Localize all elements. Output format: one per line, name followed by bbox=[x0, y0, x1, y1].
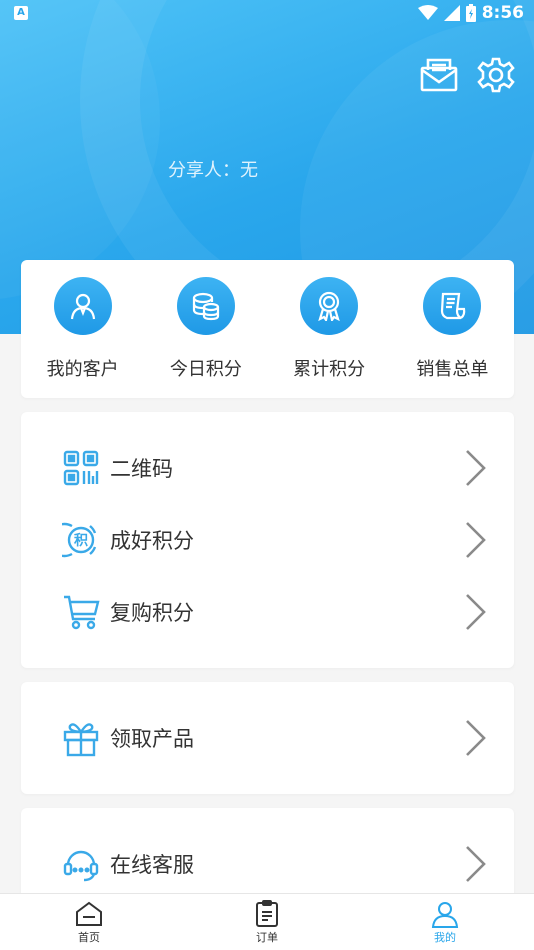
svg-text:积: 积 bbox=[74, 532, 88, 549]
quick-action-today-points[interactable]: 今日积分 bbox=[144, 260, 267, 398]
menu-item-label: 成好积分 bbox=[110, 529, 194, 553]
menu-item-online-service[interactable]: 在线客服 bbox=[21, 840, 514, 888]
quick-actions-card: 我的客户 今日积分 累计积分 销售总单 bbox=[21, 260, 514, 398]
message-icon[interactable] bbox=[420, 56, 458, 94]
menu-item-label: 二维码 bbox=[110, 457, 173, 481]
clock: 8:56 bbox=[481, 3, 524, 23]
home-icon bbox=[76, 901, 102, 926]
points-icon: 积 bbox=[62, 522, 97, 558]
menu-item-label: 在线客服 bbox=[110, 853, 194, 877]
menu-item-label: 复购积分 bbox=[110, 601, 194, 625]
coins-icon bbox=[192, 292, 219, 321]
quick-action-sales-orders[interactable]: 销售总单 bbox=[391, 260, 514, 398]
chevron-right-icon bbox=[466, 594, 486, 630]
chevron-right-icon bbox=[466, 522, 486, 558]
tab-orders[interactable]: 订单 bbox=[178, 894, 356, 950]
bottom-tab-bar: 首页 订单 我的 bbox=[0, 893, 534, 950]
gift-icon bbox=[63, 723, 99, 757]
cart-icon bbox=[64, 595, 100, 630]
menu-card-products: 领取产品 bbox=[21, 682, 514, 794]
menu-item-repurchase-points[interactable]: 复购积分 bbox=[21, 588, 514, 636]
quick-action-my-customers[interactable]: 我的客户 bbox=[21, 260, 144, 398]
menu-item-chenghao-points[interactable]: 积 成好积分 bbox=[21, 516, 514, 564]
chevron-right-icon bbox=[466, 720, 486, 756]
tab-home[interactable]: 首页 bbox=[0, 894, 178, 950]
menu-item-claim-product[interactable]: 领取产品 bbox=[21, 714, 514, 762]
award-icon bbox=[318, 291, 340, 321]
tab-label: 我的 bbox=[434, 931, 456, 944]
tab-label: 订单 bbox=[256, 931, 278, 944]
notification-badge: A bbox=[14, 6, 28, 20]
tab-label: 首页 bbox=[78, 931, 100, 944]
chevron-right-icon bbox=[466, 450, 486, 486]
quick-action-total-points[interactable]: 累计积分 bbox=[268, 260, 391, 398]
person-icon bbox=[70, 293, 95, 320]
battery-icon bbox=[465, 4, 476, 22]
wifi-icon bbox=[417, 5, 438, 20]
receipt-icon bbox=[441, 292, 466, 320]
gear-icon[interactable] bbox=[477, 56, 515, 94]
menu-item-qr-code[interactable]: 二维码 bbox=[21, 444, 514, 492]
quick-action-label: 累计积分 bbox=[293, 359, 366, 380]
user-icon bbox=[431, 902, 459, 928]
quick-action-label: 销售总单 bbox=[416, 359, 489, 380]
sharer-label: 分享人：无 bbox=[168, 160, 258, 181]
quick-action-label: 我的客户 bbox=[46, 359, 119, 380]
clipboard-icon bbox=[256, 900, 278, 927]
qr-code-icon bbox=[63, 450, 99, 486]
menu-item-label: 领取产品 bbox=[110, 727, 194, 751]
tab-mine[interactable]: 我的 bbox=[356, 894, 534, 950]
status-bar: A 8:56 bbox=[0, 0, 534, 28]
quick-action-label: 今日积分 bbox=[169, 359, 242, 380]
chevron-right-icon bbox=[466, 846, 486, 882]
signal-icon bbox=[443, 5, 460, 21]
menu-card-primary: 二维码 积 成好积分 复购积分 bbox=[21, 412, 514, 668]
headset-icon bbox=[63, 850, 99, 882]
